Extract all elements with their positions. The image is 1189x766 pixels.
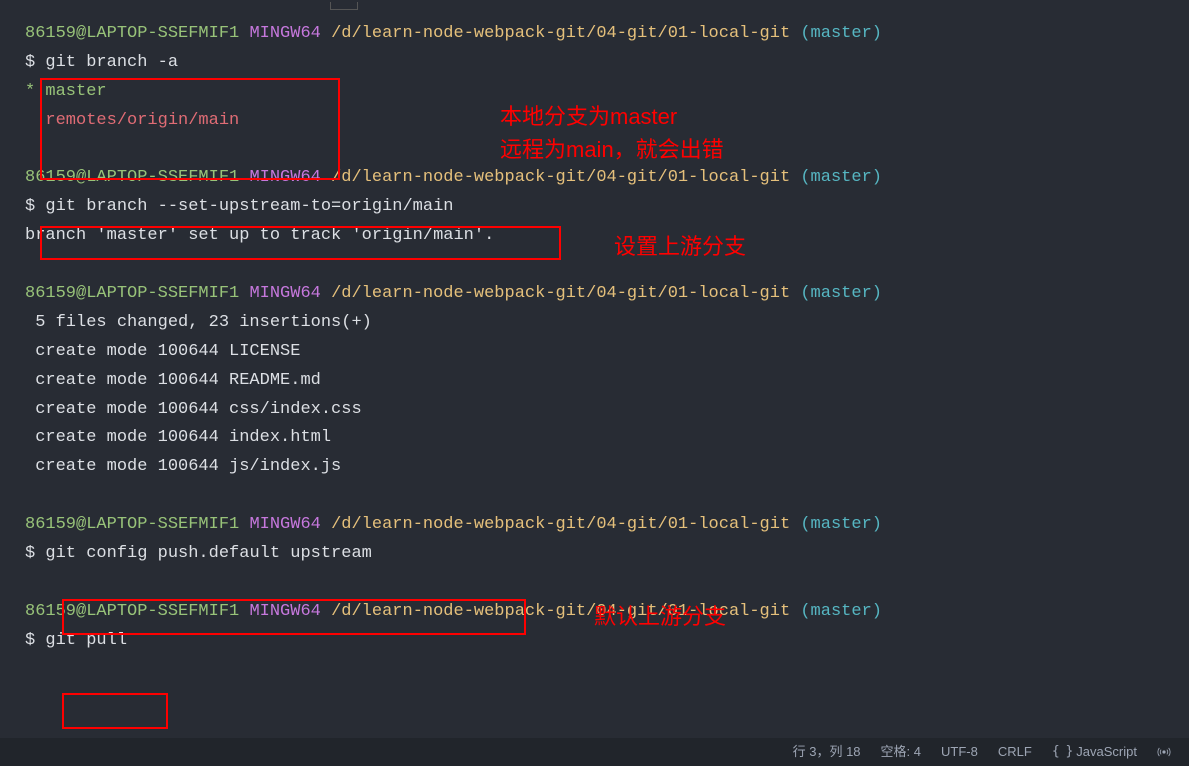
cmd-line: $ git branch -a <box>25 49 1164 78</box>
cmd-text: git branch -a <box>45 53 178 72</box>
top-divider <box>330 2 358 10</box>
prompt-path: /d/learn-node-webpack-git/04-git/01-loca… <box>331 515 790 534</box>
status-indentation[interactable]: 空格: 4 <box>881 741 921 763</box>
status-bar: 行 3，列 18 空格: 4 UTF-8 CRLF JavaScript <box>0 738 1189 766</box>
prompt-shell: MINGW64 <box>249 284 320 303</box>
prompt-branch: (master) <box>800 24 882 43</box>
cmd-text: git branch --set-upstream-to=origin/main <box>45 197 453 216</box>
highlight-box-4 <box>62 693 168 729</box>
prompt-line: 86159@LAPTOP-SSEFMIF1 MINGW64 /d/learn-n… <box>25 164 1164 193</box>
prompt-shell: MINGW64 <box>249 515 320 534</box>
output-line: branch 'master' set up to track 'origin/… <box>25 222 1164 251</box>
status-cursor-position[interactable]: 行 3，列 18 <box>793 741 861 763</box>
cmd-line: $ git branch --set-upstream-to=origin/ma… <box>25 193 1164 222</box>
prompt-line: 86159@LAPTOP-SSEFMIF1 MINGW64 /d/learn-n… <box>25 20 1164 49</box>
cmd-text: git pull <box>45 631 127 650</box>
output-line: 5 files changed, 23 insertions(+) <box>25 309 1164 338</box>
prompt-shell: MINGW64 <box>249 602 320 621</box>
output-line: create mode 100644 js/index.js <box>25 453 1164 482</box>
prompt-line: 86159@LAPTOP-SSEFMIF1 MINGW64 /d/learn-n… <box>25 511 1164 540</box>
prompt-user: 86159@LAPTOP-SSEFMIF1 <box>25 515 239 534</box>
status-eol[interactable]: CRLF <box>998 741 1032 763</box>
prompt-shell: MINGW64 <box>249 168 320 187</box>
prompt-branch: (master) <box>800 284 882 303</box>
broadcast-icon[interactable] <box>1157 745 1171 759</box>
status-language-text: JavaScript <box>1076 741 1137 763</box>
output-line: create mode 100644 LICENSE <box>25 338 1164 367</box>
annotation-text: 远程为main，就会出错 <box>500 133 724 166</box>
prompt-line: 86159@LAPTOP-SSEFMIF1 MINGW64 /d/learn-n… <box>25 280 1164 309</box>
annotation-2: 设置上游分支 <box>614 230 746 263</box>
prompt-branch: (master) <box>800 168 882 187</box>
prompt-path: /d/learn-node-webpack-git/04-git/01-loca… <box>331 284 790 303</box>
prompt-path: /d/learn-node-webpack-git/04-git/01-loca… <box>331 24 790 43</box>
status-encoding[interactable]: UTF-8 <box>941 741 978 763</box>
annotation-1: 本地分支为master 远程为main，就会出错 <box>500 100 724 166</box>
prompt-branch: (master) <box>800 515 882 534</box>
prompt-path: /d/learn-node-webpack-git/04-git/01-loca… <box>331 168 790 187</box>
annotation-text: 本地分支为master <box>500 100 724 133</box>
prompt-shell: MINGW64 <box>249 24 320 43</box>
braces-icon <box>1052 740 1072 763</box>
prompt-user: 86159@LAPTOP-SSEFMIF1 <box>25 24 239 43</box>
prompt-user: 86159@LAPTOP-SSEFMIF1 <box>25 602 239 621</box>
prompt-user: 86159@LAPTOP-SSEFMIF1 <box>25 284 239 303</box>
output-line: create mode 100644 README.md <box>25 367 1164 396</box>
cmd-line: $ git config push.default upstream <box>25 540 1164 569</box>
annotation-3: 默认上游分支 <box>594 600 726 633</box>
output-line: create mode 100644 css/index.css <box>25 396 1164 425</box>
output-line: create mode 100644 index.html <box>25 424 1164 453</box>
prompt-branch: (master) <box>800 602 882 621</box>
prompt-user: 86159@LAPTOP-SSEFMIF1 <box>25 168 239 187</box>
status-language[interactable]: JavaScript <box>1052 740 1137 763</box>
cmd-text: git config push.default upstream <box>45 544 371 563</box>
